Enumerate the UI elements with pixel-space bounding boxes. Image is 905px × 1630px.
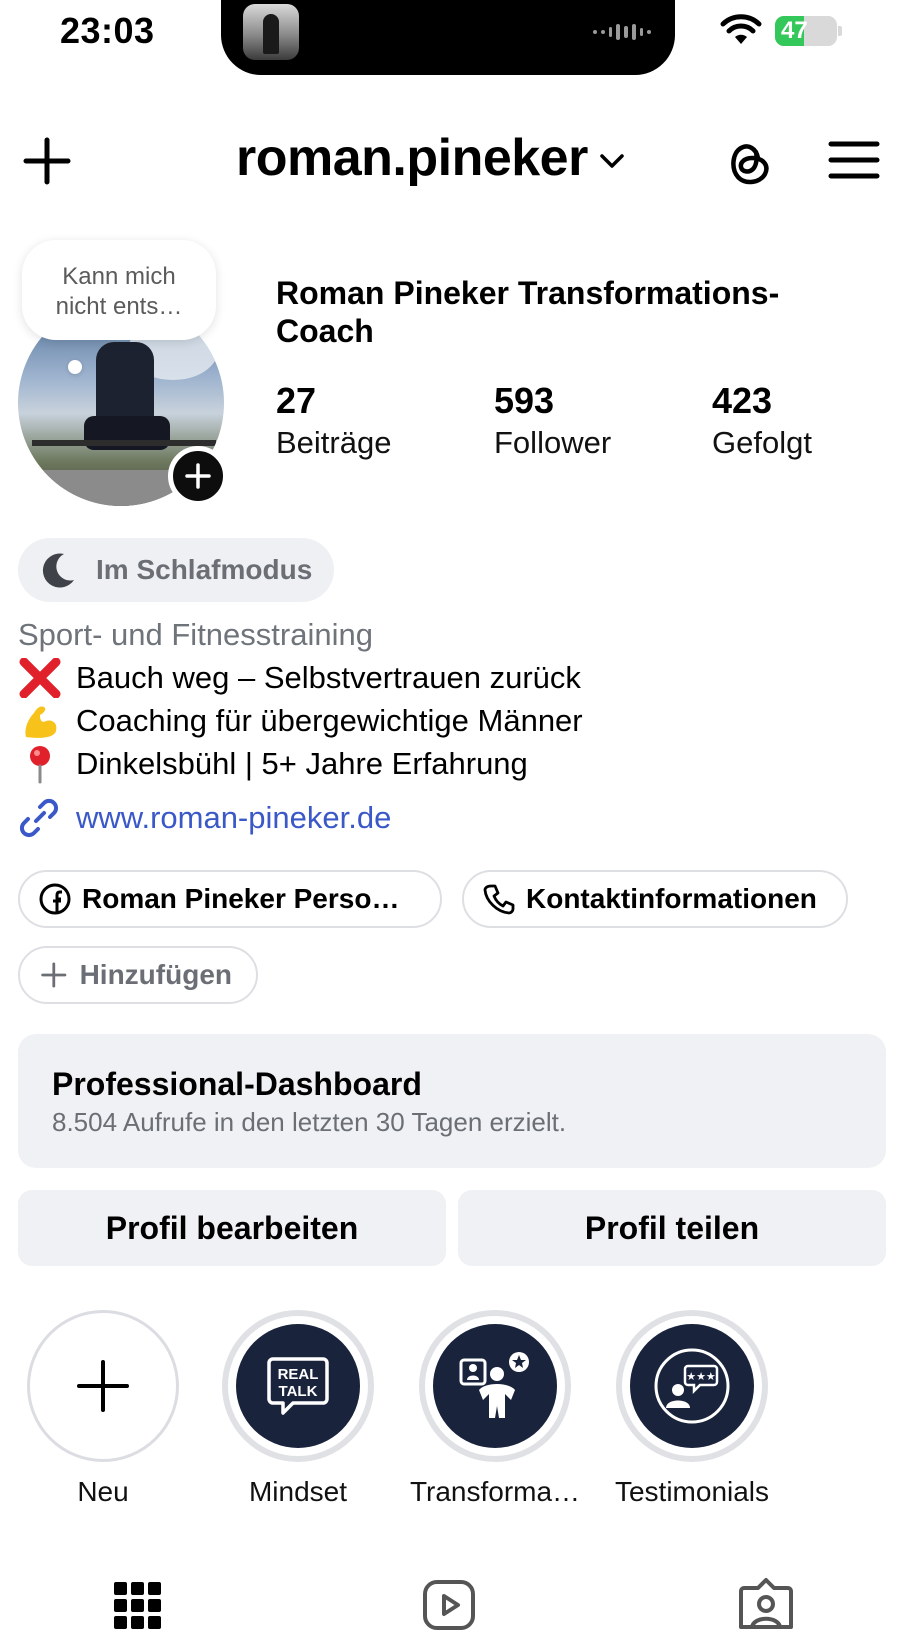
plus-icon bbox=[185, 463, 211, 489]
followers-count: 593 bbox=[494, 380, 555, 421]
profile-full-name: Roman Pineker Transformations-Coach bbox=[276, 275, 780, 349]
profile-header: roman.pineker bbox=[0, 120, 905, 202]
sleep-mode-label: Im Schlafmodus bbox=[96, 554, 313, 585]
add-action-chip[interactable]: Hinzufügen bbox=[18, 946, 258, 1004]
profile-tab-bar bbox=[0, 1560, 905, 1630]
threads-icon[interactable] bbox=[722, 136, 774, 188]
highlight-mindset[interactable]: REAL TALK Mindset bbox=[203, 1310, 393, 1510]
highlight-testimonials[interactable]: ★★★ Testimonials bbox=[597, 1310, 787, 1510]
dashboard-title: Professional-Dashboard bbox=[52, 1066, 422, 1102]
dashboard-subtitle: 8.504 Aufrufe in den letzten 30 Tagen er… bbox=[52, 1107, 567, 1137]
plus-icon[interactable] bbox=[22, 136, 72, 186]
chevron-down-icon bbox=[600, 154, 624, 168]
contact-info-chip[interactable]: Kontaktinformationen bbox=[462, 870, 848, 928]
highlight-ring bbox=[27, 1310, 179, 1462]
highlight-cover bbox=[433, 1324, 557, 1448]
audio-wave-icon bbox=[593, 22, 651, 42]
following-count: 423 bbox=[712, 380, 773, 421]
svg-text:TALK: TALK bbox=[279, 1383, 318, 1400]
menu-icon[interactable] bbox=[828, 138, 880, 182]
highlight-label: Neu bbox=[77, 1476, 129, 1507]
highlight-label: Testimonials bbox=[614, 1476, 770, 1507]
highlight-ring: REAL TALK bbox=[222, 1310, 374, 1462]
bio-line-text: Coaching für übergewichtige Männer bbox=[76, 703, 583, 738]
add-chip-label: Hinzufügen bbox=[79, 959, 232, 990]
tagged-icon[interactable] bbox=[736, 1570, 796, 1630]
professional-dashboard-card[interactable]: Professional-Dashboard 8.504 Aufrufe in … bbox=[18, 1034, 886, 1168]
highlight-cover: ★★★ bbox=[630, 1324, 754, 1448]
note-bubble-tail bbox=[68, 360, 82, 374]
edit-profile-label: Profil bearbeiten bbox=[105, 1209, 359, 1246]
phone-icon bbox=[483, 884, 515, 915]
sleep-mode-pill[interactable]: Im Schlafmodus bbox=[18, 538, 335, 602]
link-icon bbox=[19, 798, 59, 838]
posts-count: 27 bbox=[276, 380, 317, 421]
bio-line: Coaching für übergewichtige Männer bbox=[18, 699, 888, 742]
moon-icon bbox=[42, 553, 74, 588]
bio-line-text: Dinkelsbühl | 5+ Jahre Erfahrung bbox=[76, 746, 528, 781]
now-playing-thumbnail bbox=[243, 4, 299, 60]
plus-icon bbox=[41, 962, 67, 988]
share-profile-button[interactable]: Profil teilen bbox=[458, 1190, 886, 1266]
highlight-transformation[interactable]: Transforma… bbox=[400, 1310, 590, 1510]
flexed-biceps-icon bbox=[25, 705, 57, 738]
wifi-icon bbox=[720, 14, 762, 44]
highlight-ring bbox=[419, 1310, 571, 1462]
testimonial-icon: ★★★ bbox=[654, 1348, 730, 1424]
svg-text:★★★: ★★★ bbox=[686, 1370, 716, 1383]
posts-label: Beiträge bbox=[276, 425, 392, 460]
highlight-ring: ★★★ bbox=[616, 1310, 768, 1462]
note-bubble[interactable]: Kann mich nicht ents… bbox=[22, 240, 216, 340]
stat-posts[interactable]: 27 Beiträge bbox=[276, 380, 391, 464]
username: roman.pineker bbox=[236, 129, 588, 187]
bio-category: Sport- und Fitnesstraining bbox=[18, 617, 373, 652]
grid-icon[interactable] bbox=[108, 1570, 168, 1630]
website-link-text: www.roman-pineker.de bbox=[76, 800, 392, 835]
muscle-man-icon bbox=[459, 1352, 529, 1418]
round-pushpin-icon bbox=[30, 745, 50, 783]
battery-percent: 47 bbox=[781, 17, 808, 44]
reels-icon[interactable] bbox=[420, 1570, 480, 1630]
edit-profile-button[interactable]: Profil bearbeiten bbox=[18, 1190, 446, 1266]
battery-tip bbox=[838, 26, 842, 36]
note-text-line1: Kann mich bbox=[62, 263, 176, 290]
speech-bubble-icon: REAL TALK bbox=[267, 1357, 329, 1415]
battery-indicator: 47 bbox=[775, 16, 837, 46]
add-story-button[interactable] bbox=[168, 446, 228, 506]
highlight-cover: REAL TALK bbox=[236, 1324, 360, 1448]
svg-text:REAL: REAL bbox=[278, 1366, 319, 1383]
cross-mark-icon bbox=[19, 657, 61, 698]
bio-line: Dinkelsbühl | 5+ Jahre Erfahrung bbox=[18, 742, 888, 785]
highlight-new[interactable]: Neu bbox=[8, 1310, 198, 1510]
highlight-label: Mindset bbox=[248, 1476, 348, 1507]
bio-line: Bauch weg – Selbstvertrauen zurück bbox=[18, 656, 888, 699]
highlight-label: Transforma… bbox=[409, 1476, 581, 1507]
bio: Sport- und Fitnesstraining Bauch weg – S… bbox=[18, 614, 888, 841]
status-time: 23:03 bbox=[60, 10, 155, 51]
bio-line-text: Bauch weg – Selbstvertrauen zurück bbox=[76, 660, 581, 695]
stat-following[interactable]: 423 Gefolgt bbox=[712, 380, 812, 464]
note-text-line2: nicht ents… bbox=[55, 293, 183, 320]
facebook-chip-label: Roman Pineker Perso… bbox=[82, 883, 400, 914]
website-link[interactable]: www.roman-pineker.de bbox=[18, 795, 888, 841]
contact-chip-label: Kontaktinformationen bbox=[526, 883, 817, 914]
share-profile-label: Profil teilen bbox=[584, 1209, 760, 1246]
following-label: Gefolgt bbox=[712, 425, 812, 460]
status-bar: 23:03 47 bbox=[0, 0, 905, 75]
dynamic-island[interactable] bbox=[221, 0, 675, 75]
plus-icon bbox=[77, 1360, 129, 1412]
stat-followers[interactable]: 593 Follower bbox=[494, 380, 611, 464]
account-switcher[interactable]: roman.pineker bbox=[236, 128, 626, 188]
followers-label: Follower bbox=[494, 425, 612, 460]
facebook-icon bbox=[39, 883, 71, 915]
facebook-page-chip[interactable]: Roman Pineker Perso… bbox=[18, 870, 442, 928]
